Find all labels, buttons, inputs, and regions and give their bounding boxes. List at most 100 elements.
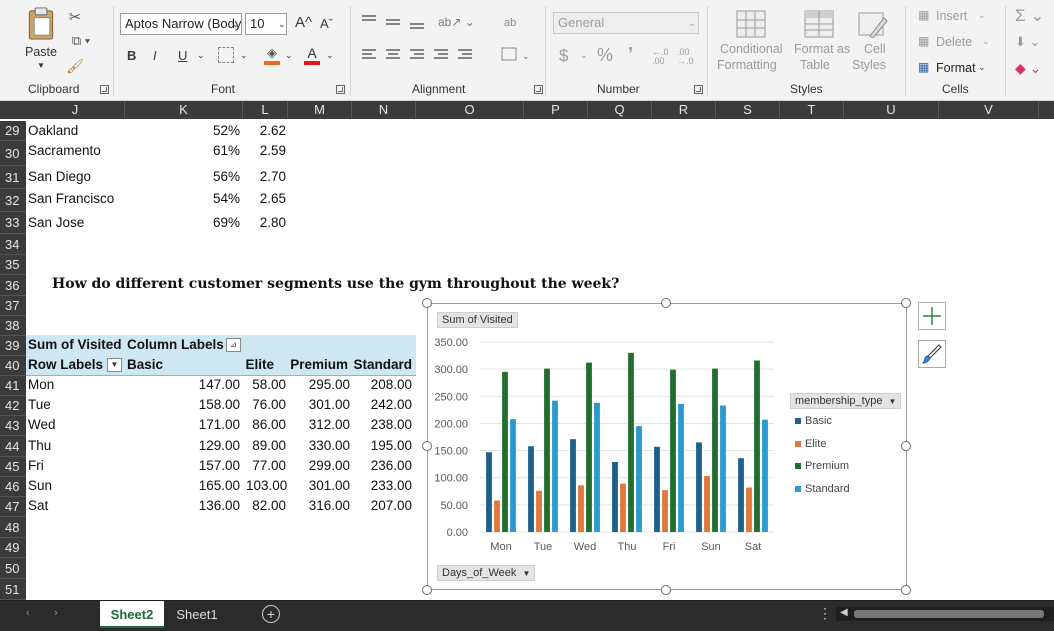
number-format-combo[interactable]: General <box>553 12 699 34</box>
pivot-value-cell[interactable]: 103.00 <box>246 478 287 493</box>
column-chart[interactable]: Sum of Visited 0.00 50.00 100.00 150.00 200.… <box>427 303 907 590</box>
bar-standard[interactable] <box>678 403 684 532</box>
row-header[interactable]: 47 <box>0 497 26 517</box>
insert-button[interactable]: Insert <box>936 9 967 23</box>
bar-standard[interactable] <box>720 405 726 532</box>
grow-font-icon[interactable]: A^ <box>295 14 312 31</box>
bar-premium[interactable] <box>586 362 592 532</box>
city-name[interactable]: San Jose <box>28 215 84 230</box>
scroll-left-arrow-icon[interactable]: ◀ <box>840 607 848 618</box>
pivot-col-header[interactable]: Basic <box>127 357 163 372</box>
row-header[interactable]: 38 <box>0 316 26 336</box>
scroll-right-icon[interactable]: › <box>54 607 58 619</box>
horizontal-scrollbar[interactable]: ◀ <box>836 607 1054 621</box>
decrease-decimal-button[interactable]: .00 →.0 <box>677 48 697 66</box>
currency-button[interactable]: $ <box>559 46 568 66</box>
pivot-value-cell[interactable]: 242.00 <box>352 397 412 412</box>
pivot-value-cell[interactable]: 238.00 <box>352 417 412 432</box>
bar-premium[interactable] <box>712 368 718 532</box>
row-header[interactable]: 34 <box>0 234 26 255</box>
scroll-left-icon[interactable]: ‹ <box>26 607 30 619</box>
bar-premium[interactable] <box>628 352 634 532</box>
city-pct[interactable]: 54% <box>180 191 240 206</box>
pivot-value-cell[interactable]: 136.00 <box>160 498 240 513</box>
bar-basic[interactable] <box>612 461 618 532</box>
bar-basic[interactable] <box>738 458 744 532</box>
pivot-value-cell[interactable]: 82.00 <box>246 498 286 513</box>
column-header[interactable]: V <box>939 101 1039 119</box>
row-header[interactable]: 48 <box>0 517 26 538</box>
row-header[interactable]: 37 <box>0 296 26 316</box>
fill-color-icon[interactable]: ◈ <box>264 45 280 65</box>
column-header[interactable]: K <box>125 101 243 119</box>
pivot-value-cell[interactable]: 236.00 <box>352 458 412 473</box>
bar-premium[interactable] <box>754 360 760 532</box>
city-val[interactable]: 2.65 <box>246 191 286 206</box>
pivot-row-label[interactable]: Sat <box>28 498 48 513</box>
pivot-row-label[interactable]: Tue <box>28 397 51 412</box>
city-name[interactable]: San Diego <box>28 169 91 184</box>
row-header[interactable]: 50 <box>0 558 26 579</box>
pivot-value-cell[interactable]: 316.00 <box>288 498 350 513</box>
question-heading[interactable]: How do different customer segments use t… <box>52 276 619 292</box>
shrink-font-icon[interactable]: Aˇ <box>320 16 333 31</box>
pivot-value-cell[interactable]: 147.00 <box>160 377 240 392</box>
resize-handle[interactable] <box>422 585 432 595</box>
city-pct[interactable]: 56% <box>180 169 240 184</box>
row-header[interactable]: 44 <box>0 436 26 457</box>
format-as-table-label-1[interactable]: Format as <box>794 42 850 56</box>
sheet-tab-active[interactable]: Sheet2 <box>100 601 164 628</box>
font-color-icon[interactable]: A <box>304 45 320 65</box>
axis-field-button[interactable]: Days_of_Week ▼ <box>437 565 536 581</box>
bar-basic[interactable] <box>696 442 702 532</box>
resize-handle[interactable] <box>901 441 911 451</box>
pivot-row-label[interactable]: Mon <box>28 377 54 392</box>
pivot-value-cell[interactable]: 295.00 <box>288 377 350 392</box>
font-launcher-icon[interactable] <box>336 85 345 94</box>
italic-button[interactable]: I <box>153 48 157 63</box>
cell-styles-icon[interactable] <box>858 10 888 38</box>
row-header[interactable]: 33 <box>0 212 26 234</box>
pivot-value-cell[interactable]: 299.00 <box>288 458 350 473</box>
format-button[interactable]: Format <box>936 61 976 75</box>
clipboard-launcher-icon[interactable] <box>100 85 109 94</box>
pivot-value-cell[interactable]: 233.00 <box>352 478 412 493</box>
row-header[interactable]: 29 <box>0 121 26 141</box>
city-val[interactable]: 2.80 <box>246 215 286 230</box>
pivot-row-label[interactable]: Wed <box>28 417 56 432</box>
pivot-value-cell[interactable]: 330.00 <box>288 438 350 453</box>
pivot-col-header[interactable]: Elite <box>230 357 274 372</box>
sheet-tab[interactable]: Sheet1 <box>166 601 228 628</box>
pivot-value-cell[interactable]: 157.00 <box>160 458 240 473</box>
resize-handle[interactable] <box>901 585 911 595</box>
percent-button[interactable]: % <box>597 45 613 66</box>
pivot-value-cell[interactable]: 158.00 <box>160 397 240 412</box>
autosum-icon[interactable]: Σ ⌄ <box>1015 6 1044 26</box>
copy-icon[interactable]: ⧉ ▾ <box>66 32 96 50</box>
column-header[interactable]: S <box>716 101 780 119</box>
bar-premium[interactable] <box>670 369 676 532</box>
column-header[interactable]: N <box>352 101 416 119</box>
row-header[interactable]: 42 <box>0 396 26 416</box>
conditional-formatting-label-2[interactable]: Formatting <box>717 58 777 72</box>
row-header[interactable]: 45 <box>0 457 26 477</box>
resize-handle[interactable] <box>422 441 432 451</box>
city-name[interactable]: Sacramento <box>28 143 101 158</box>
number-launcher-icon[interactable] <box>694 85 703 94</box>
pivot-value-cell[interactable]: 129.00 <box>160 438 240 453</box>
pivot-value-cell[interactable]: 76.00 <box>246 397 286 412</box>
column-header[interactable]: T <box>780 101 844 119</box>
city-name[interactable]: San Francisco <box>28 191 114 206</box>
column-header[interactable]: R <box>652 101 716 119</box>
legend-item[interactable]: Standard <box>795 483 850 495</box>
resize-handle[interactable] <box>422 298 432 308</box>
bar-elite[interactable] <box>704 476 710 532</box>
font-name-combo[interactable]: Aptos Narrow (Body <box>120 13 242 35</box>
pivot-row-labels[interactable]: Row Labels <box>28 357 103 372</box>
format-as-table-label-2[interactable]: Table <box>800 58 830 72</box>
column-header[interactable]: U <box>844 101 939 119</box>
pivot-sum-label[interactable]: Sum of Visited <box>28 337 122 352</box>
comma-button[interactable]: ’ <box>628 44 633 65</box>
fill-icon[interactable]: ⬇ ⌄ <box>1015 34 1040 50</box>
row-header[interactable]: 49 <box>0 538 26 558</box>
